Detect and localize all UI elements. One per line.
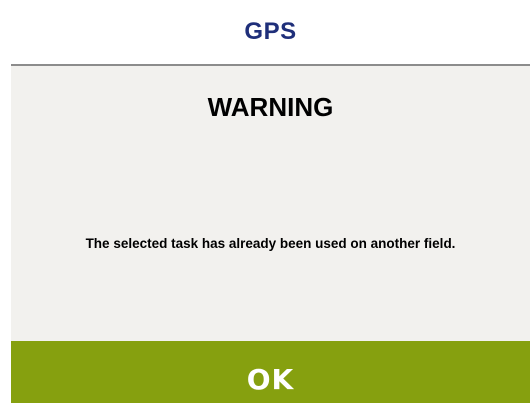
- warning-heading: WARNING: [207, 92, 334, 122]
- dialog-title: GPS: [244, 18, 297, 45]
- warning-message: The selected task has already been used …: [85, 236, 456, 251]
- warning-dialog: GPS WARNING The selected task has alread…: [11, 0, 530, 403]
- dialog-header: GPS: [11, 0, 530, 66]
- ok-button[interactable]: OK: [11, 341, 530, 403]
- ok-button-label: OK: [246, 362, 295, 396]
